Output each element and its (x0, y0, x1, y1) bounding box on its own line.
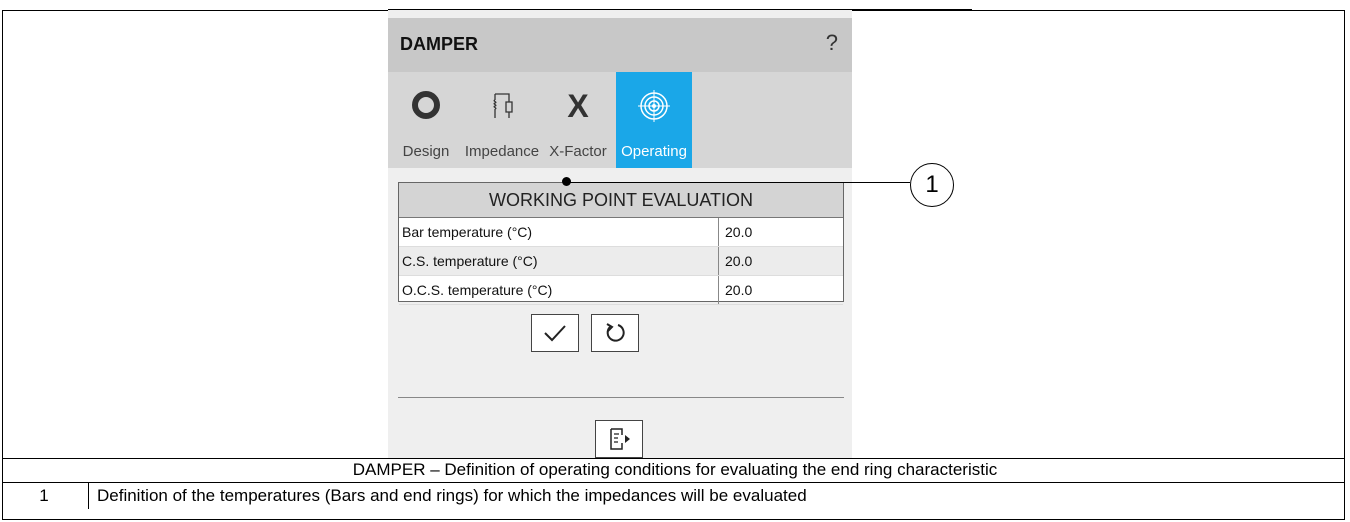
row-label: C.S. temperature (°C) (399, 247, 719, 275)
row-value[interactable]: 20.0 (719, 247, 752, 275)
export-button[interactable] (595, 420, 643, 458)
export-icon (610, 428, 630, 450)
x-icon: X (567, 90, 589, 120)
tab-label: Design (402, 143, 450, 160)
table-row: C.S. temperature (°C) 20.0 (399, 247, 843, 276)
panel-header: DAMPER ? (388, 18, 852, 72)
check-icon (544, 325, 566, 342)
row-value[interactable]: 20.0 (719, 218, 752, 246)
ring-icon (412, 91, 440, 119)
confirm-button[interactable] (531, 314, 579, 352)
working-point-table: WORKING POINT EVALUATION Bar temperature… (398, 182, 844, 305)
tab-impedance[interactable]: Impedance (464, 72, 540, 168)
tab-bar: Design Impedance X X-Factor Operating (388, 72, 852, 168)
damper-panel: DAMPER ? Design Impedance X X-Factor Ope… (388, 10, 852, 458)
tab-label: X-Factor (549, 143, 607, 160)
reset-button[interactable] (591, 314, 639, 352)
row-value[interactable]: 20.0 (719, 276, 752, 304)
table-row: O.C.S. temperature (°C) 20.0 (399, 276, 843, 305)
target-icon (638, 90, 670, 122)
tab-design[interactable]: Design (388, 72, 464, 168)
coil-icon (493, 93, 513, 118)
help-button[interactable]: ? (826, 30, 838, 56)
figure-caption: DAMPER – Definition of operating conditi… (352, 460, 998, 479)
callout-line (564, 182, 910, 183)
reset-icon (606, 323, 625, 342)
svg-text:X: X (567, 90, 589, 120)
tab-label: Impedance (464, 143, 540, 160)
working-point-title: WORKING POINT EVALUATION (399, 183, 843, 218)
panel-title: DAMPER (400, 34, 479, 54)
table-row: Bar temperature (°C) 20.0 (399, 218, 843, 247)
row-label: Bar temperature (°C) (399, 218, 719, 246)
note-text: Definition of the temperatures (Bars and… (97, 486, 807, 505)
tab-label: Operating (621, 143, 687, 160)
note-number: 1 (0, 482, 89, 509)
callout-marker: 1 (910, 163, 954, 207)
divider (398, 397, 844, 398)
tab-operating[interactable]: Operating (616, 72, 692, 168)
row-label: O.C.S. temperature (°C) (399, 276, 719, 304)
tab-x-factor[interactable]: X X-Factor (540, 72, 616, 168)
